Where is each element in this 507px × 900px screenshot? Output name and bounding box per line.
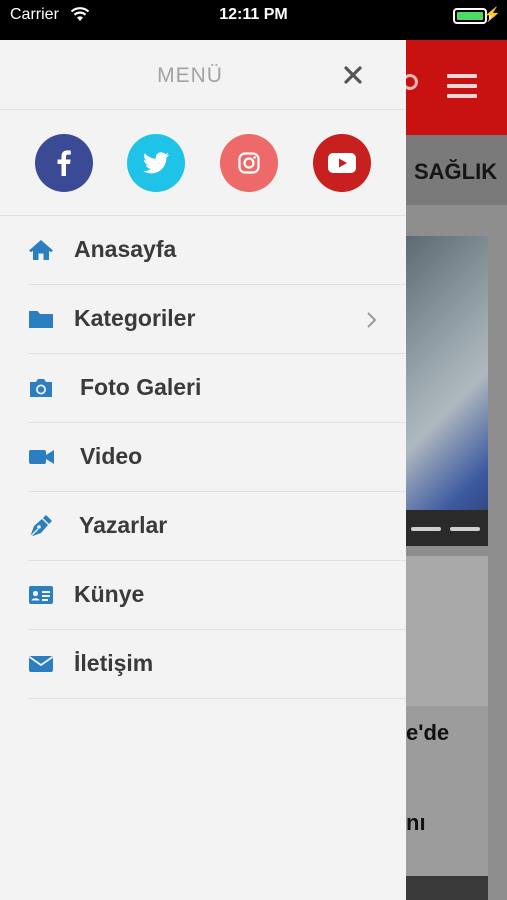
status-bar: Carrier 12:11 PM ⚡ bbox=[0, 0, 507, 40]
youtube-button[interactable] bbox=[313, 134, 371, 192]
menu-item-label: Kategoriler bbox=[74, 305, 196, 331]
menu-item-label: Anasayfa bbox=[74, 236, 177, 262]
menu-item-label: Künye bbox=[74, 581, 145, 607]
facebook-button[interactable] bbox=[35, 134, 93, 192]
envelope-icon bbox=[28, 656, 54, 672]
hamburger-icon bbox=[447, 74, 477, 98]
menu-item-label: Foto Galeri bbox=[80, 374, 202, 400]
facebook-icon bbox=[57, 150, 71, 176]
drawer-title: MENÜ bbox=[157, 64, 223, 87]
folder-icon bbox=[29, 311, 53, 328]
category-tab-saglik: SAĞLIK bbox=[414, 159, 498, 184]
battery-level bbox=[457, 12, 483, 20]
battery-icon bbox=[453, 8, 487, 24]
social-links bbox=[0, 110, 406, 216]
id-card-icon bbox=[29, 586, 53, 604]
news-card-title-line: nı bbox=[406, 810, 426, 835]
drawer-menu: Anasayfa Kategoriler Foto Galeri Video Y… bbox=[0, 216, 406, 699]
close-icon[interactable] bbox=[340, 62, 366, 88]
menu-item-video[interactable]: Video bbox=[28, 423, 406, 492]
instagram-icon bbox=[238, 152, 260, 174]
pen-icon bbox=[29, 515, 52, 538]
menu-item-iletisim[interactable]: İletişim bbox=[28, 630, 406, 699]
charging-icon: ⚡ bbox=[483, 6, 501, 22]
home-icon bbox=[29, 240, 53, 260]
camera-icon bbox=[30, 379, 52, 397]
twitter-icon bbox=[143, 152, 169, 174]
instagram-button[interactable] bbox=[220, 134, 278, 192]
menu-item-foto-galeri[interactable]: Foto Galeri bbox=[28, 354, 406, 423]
twitter-button[interactable] bbox=[127, 134, 185, 192]
side-drawer: MENÜ Anasayfa Kategoriler Foto Galeri Vi… bbox=[0, 40, 406, 900]
drawer-header: MENÜ bbox=[0, 40, 406, 110]
menu-item-label: Yazarlar bbox=[79, 512, 168, 538]
category-bar: SAĞLIK bbox=[406, 135, 507, 205]
news-card-title: e'de bbox=[406, 720, 450, 745]
pager-dot bbox=[450, 527, 480, 531]
news-photo bbox=[406, 876, 488, 900]
youtube-icon bbox=[328, 153, 356, 173]
menu-item-kategoriler[interactable]: Kategoriler bbox=[28, 285, 406, 354]
pager-dot bbox=[411, 527, 441, 531]
headline-photo bbox=[406, 236, 488, 546]
menu-item-label: Video bbox=[80, 443, 143, 469]
clock: 12:11 PM bbox=[219, 6, 288, 23]
chevron-right-icon bbox=[367, 312, 377, 328]
menu-item-kunye[interactable]: Künye bbox=[28, 561, 406, 630]
menu-item-label: İletişim bbox=[74, 650, 154, 676]
video-camera-icon bbox=[29, 450, 54, 464]
news-photo bbox=[406, 556, 488, 706]
menu-item-anasayfa[interactable]: Anasayfa bbox=[28, 216, 406, 285]
menu-item-yazarlar[interactable]: Yazarlar bbox=[28, 492, 406, 561]
